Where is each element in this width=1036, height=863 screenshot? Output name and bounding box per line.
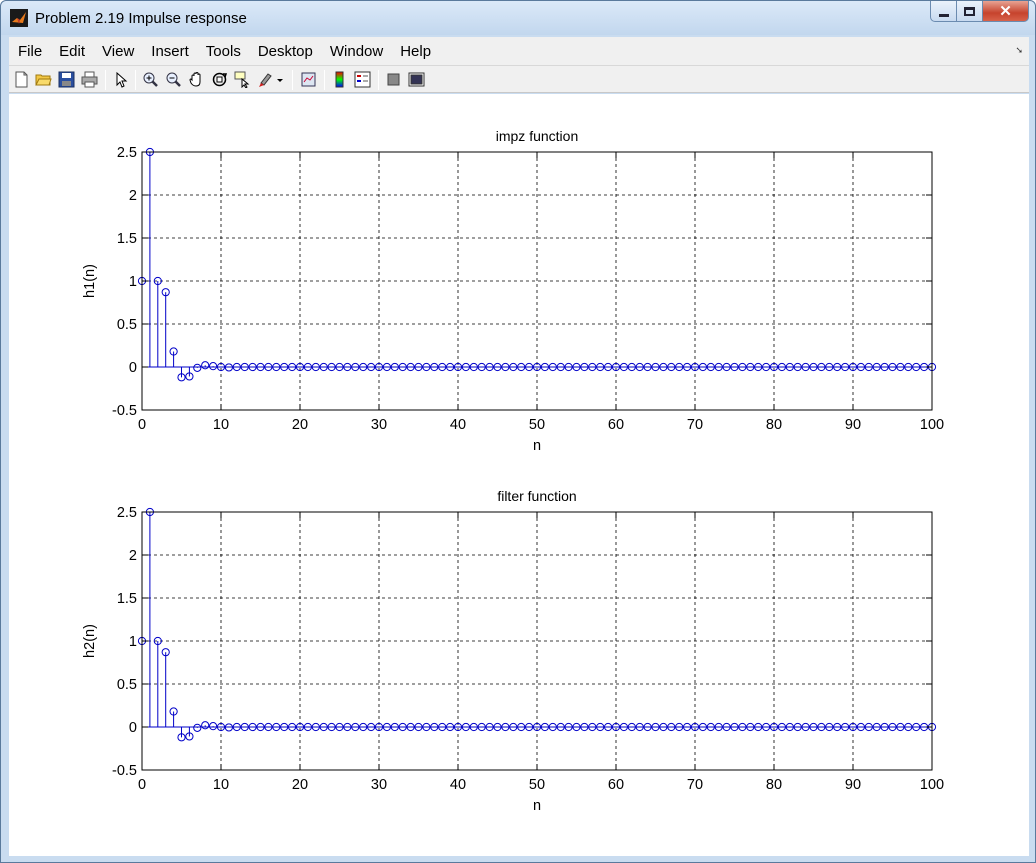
- plot-area[interactable]: impz function h1(n) n 0 10 20 30 40 50 60 70 80 9…: [9, 94, 1029, 856]
- x-tick-label: 30: [371, 777, 387, 793]
- close-button[interactable]: ✕: [983, 1, 1029, 22]
- x-tick-label: 70: [687, 777, 703, 793]
- maximize-button[interactable]: [957, 1, 983, 22]
- subplot-title: impz function: [496, 128, 578, 144]
- grid: [142, 152, 932, 410]
- subplot-filter[interactable]: filter function h2(n) n 0 10 20 30 40 50 60 70 8…: [82, 488, 944, 814]
- rotate-3d-icon[interactable]: [211, 71, 228, 88]
- y-axis-label: h1(n): [82, 264, 98, 298]
- menu-bar: File Edit View Insert Tools Desktop Wind…: [9, 37, 1029, 65]
- y-tick-label: 2.5: [117, 505, 137, 521]
- data-cursor-icon[interactable]: [234, 71, 251, 88]
- print-icon[interactable]: [81, 71, 98, 88]
- y-tick-label: 0.5: [117, 677, 137, 693]
- x-tick-label: 80: [766, 777, 782, 793]
- menu-window[interactable]: Window: [321, 43, 391, 60]
- x-tick-label: 60: [608, 777, 624, 793]
- y-tick-label: 0: [129, 720, 137, 736]
- menu-desktop[interactable]: Desktop: [249, 43, 321, 60]
- x-tick-label: 80: [766, 417, 782, 433]
- y-axis-label: h2(n): [82, 624, 98, 658]
- new-figure-icon[interactable]: [13, 71, 30, 88]
- zoom-in-icon[interactable]: [142, 71, 159, 88]
- menu-view[interactable]: View: [94, 43, 143, 60]
- x-tick-label: 20: [292, 777, 308, 793]
- zoom-out-icon[interactable]: [165, 71, 182, 88]
- y-tick-label: 2.5: [117, 145, 137, 161]
- y-tick-label: 1.5: [117, 591, 137, 607]
- open-file-icon[interactable]: [35, 71, 52, 88]
- show-plot-tools-icon[interactable]: [408, 71, 425, 88]
- subplot-title: filter function: [497, 488, 576, 504]
- minimize-button[interactable]: [930, 1, 957, 22]
- menu-edit[interactable]: Edit: [51, 43, 94, 60]
- figure-window: Problem 2.19 Impulse response ✕ File Edi…: [0, 0, 1036, 863]
- legend-icon[interactable]: [354, 71, 371, 88]
- subplot-impz[interactable]: impz function h1(n) n 0 10 20 30 40 50 60 70 80 9…: [82, 128, 944, 454]
- x-tick-label: 50: [529, 777, 545, 793]
- pan-hand-icon[interactable]: [188, 71, 205, 88]
- x-tick-label: 10: [213, 417, 229, 433]
- figure-toolbar: [9, 65, 1029, 93]
- x-tick-label: 90: [845, 777, 861, 793]
- x-tick-label: 90: [845, 417, 861, 433]
- colorbar-icon[interactable]: [331, 71, 348, 88]
- x-tick-label: 40: [450, 777, 466, 793]
- x-tick-label: 70: [687, 417, 703, 433]
- x-tick-label: 0: [138, 417, 146, 433]
- x-tick-label: 100: [920, 417, 944, 433]
- y-tick-label: 1: [129, 634, 137, 650]
- save-icon[interactable]: [58, 71, 75, 88]
- y-tick-label: 0: [129, 360, 137, 376]
- menu-tools[interactable]: Tools: [197, 43, 249, 60]
- hide-plot-tools-icon[interactable]: [385, 71, 402, 88]
- x-axis-label: n: [533, 438, 541, 454]
- menu-file[interactable]: File: [9, 43, 51, 60]
- y-tick-label: 1.5: [117, 231, 137, 247]
- close-icon: ✕: [999, 3, 1012, 20]
- menu-dock-arrow-icon[interactable]: ➘: [1015, 45, 1023, 56]
- menu-help[interactable]: Help: [392, 43, 440, 60]
- x-tick-label: 40: [450, 417, 466, 433]
- x-tick-label: 10: [213, 777, 229, 793]
- brush-dropdown-icon[interactable]: [276, 71, 285, 88]
- brush-icon[interactable]: [257, 71, 274, 88]
- grid: [142, 512, 932, 770]
- y-tick-label: -0.5: [112, 763, 137, 779]
- x-tick-label: 100: [920, 777, 944, 793]
- y-tick-label: 2: [129, 188, 137, 204]
- x-tick-label: 60: [608, 417, 624, 433]
- x-tick-label: 30: [371, 417, 387, 433]
- y-tick-label: -0.5: [112, 403, 137, 419]
- maximize-icon: [964, 6, 975, 16]
- link-plot-icon[interactable]: [300, 71, 317, 88]
- x-tick-label: 50: [529, 417, 545, 433]
- title-bar[interactable]: Problem 2.19 Impulse response ✕: [1, 1, 1035, 35]
- window-title: Problem 2.19 Impulse response: [35, 10, 247, 27]
- y-tick-label: 1: [129, 274, 137, 290]
- menu-insert[interactable]: Insert: [143, 43, 198, 60]
- matlab-logo-icon: [10, 9, 28, 27]
- x-tick-label: 20: [292, 417, 308, 433]
- figure-canvas[interactable]: impz function h1(n) n 0 10 20 30 40 50 60 70 80 9…: [9, 94, 1029, 856]
- x-axis-label: n: [533, 798, 541, 814]
- minimize-icon: [938, 13, 949, 17]
- y-tick-label: 2: [129, 548, 137, 564]
- x-tick-label: 0: [138, 777, 146, 793]
- y-tick-label: 0.5: [117, 317, 137, 333]
- edit-plot-arrow-icon[interactable]: [112, 71, 129, 88]
